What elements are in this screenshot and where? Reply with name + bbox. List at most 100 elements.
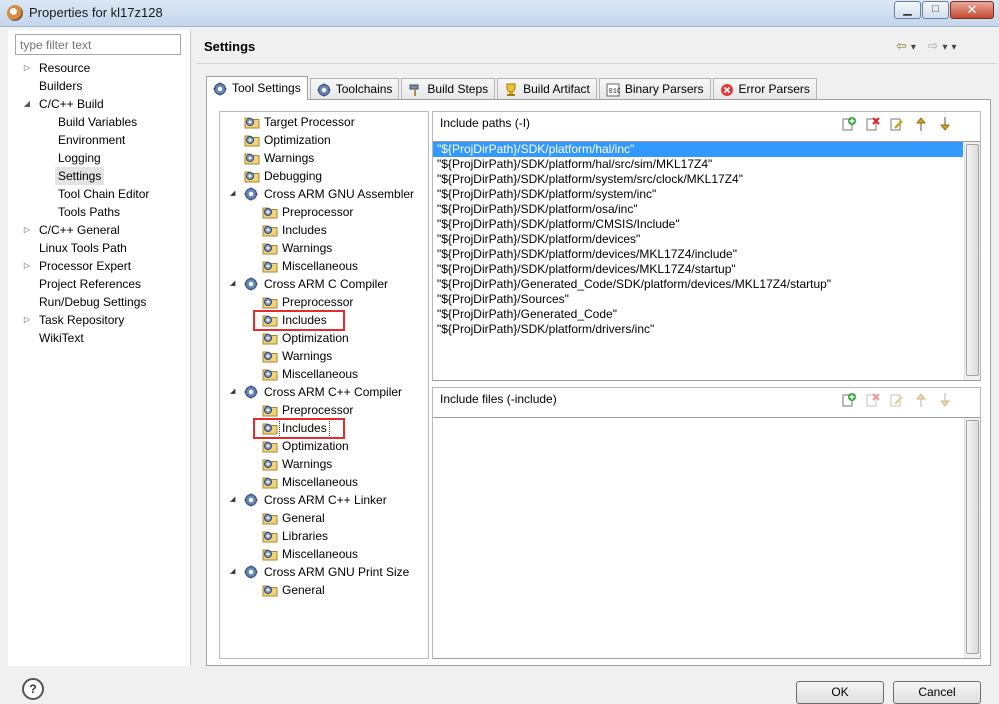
close-button[interactable]: ✕ bbox=[950, 1, 994, 19]
tree-node-includes[interactable]: Includes bbox=[220, 221, 428, 239]
delete-icon[interactable] bbox=[865, 392, 881, 408]
tree-node-debugging[interactable]: Debugging bbox=[220, 167, 428, 185]
collapse-icon[interactable]: ◢ bbox=[230, 383, 235, 401]
collapse-icon[interactable]: ◢ bbox=[230, 491, 235, 509]
tab-binary-parsers[interactable]: 010 Binary Parsers bbox=[598, 78, 711, 100]
tree-node-preprocessor[interactable]: Preprocessor bbox=[220, 293, 428, 311]
include-files-list[interactable] bbox=[433, 417, 980, 659]
move-up-icon[interactable] bbox=[913, 116, 929, 132]
move-up-icon[interactable] bbox=[913, 392, 929, 408]
tab-toolchains[interactable]: Toolchains bbox=[309, 78, 400, 100]
tree-node-warnings[interactable]: Warnings bbox=[220, 455, 428, 473]
include-path-item[interactable]: "${ProjDirPath}/SDK/platform/hal/src/sim… bbox=[433, 157, 963, 172]
include-paths-list[interactable]: "${ProjDirPath}/SDK/platform/hal/inc" "${… bbox=[433, 141, 980, 381]
delete-icon[interactable] bbox=[865, 116, 881, 132]
collapse-icon[interactable]: ◢ bbox=[22, 95, 32, 113]
include-path-item[interactable]: "${ProjDirPath}/SDK/platform/drivers/inc… bbox=[433, 322, 963, 337]
move-down-icon[interactable] bbox=[937, 116, 953, 132]
include-path-item[interactable]: "${ProjDirPath}/SDK/platform/osa/inc" bbox=[433, 202, 963, 217]
nav-item-task-repository[interactable]: ▷ Task Repository bbox=[8, 311, 191, 329]
tree-node-optimization[interactable]: Optimization bbox=[220, 437, 428, 455]
tree-node-includes[interactable]: Includes bbox=[220, 310, 428, 331]
edit-icon[interactable] bbox=[889, 392, 905, 408]
tree-node-warnings[interactable]: Warnings bbox=[220, 239, 428, 257]
nav-item-builders[interactable]: Builders bbox=[8, 77, 191, 95]
add-icon[interactable] bbox=[841, 116, 857, 132]
tab-tool-settings[interactable]: Tool Settings bbox=[206, 76, 308, 100]
tree-node-preprocessor[interactable]: Preprocessor bbox=[220, 203, 428, 221]
include-path-item[interactable]: "${ProjDirPath}/SDK/platform/CMSIS/Inclu… bbox=[433, 217, 963, 232]
nav-item-tools-paths[interactable]: Tools Paths bbox=[8, 203, 191, 221]
tree-node-warnings[interactable]: Warnings bbox=[220, 347, 428, 365]
tree-node-general[interactable]: General bbox=[220, 581, 428, 599]
tree-node-general[interactable]: General bbox=[220, 509, 428, 527]
include-path-item[interactable]: "${ProjDirPath}/SDK/platform/system/src/… bbox=[433, 172, 963, 187]
nav-item-wikitext[interactable]: WikiText bbox=[8, 329, 191, 347]
nav-item-resource[interactable]: ▷ Resource bbox=[8, 59, 191, 77]
tree-node-warnings[interactable]: Warnings bbox=[220, 149, 428, 167]
ok-button[interactable]: OK bbox=[796, 681, 884, 704]
nav-item-environment[interactable]: Environment bbox=[8, 131, 191, 149]
nav-item-processor-expert[interactable]: ▷ Processor Expert bbox=[8, 257, 191, 275]
include-path-item[interactable]: "${ProjDirPath}/Generated_Code/SDK/platf… bbox=[433, 277, 963, 292]
tree-node-miscellaneous[interactable]: Miscellaneous bbox=[220, 365, 428, 383]
nav-item-project-references[interactable]: Project References bbox=[8, 275, 191, 293]
include-path-item[interactable]: "${ProjDirPath}/Sources" bbox=[433, 292, 963, 307]
nav-item-tool-chain-editor[interactable]: Tool Chain Editor bbox=[8, 185, 191, 203]
expand-icon[interactable]: ▷ bbox=[22, 311, 32, 329]
tree-node-cross-arm-cpp-linker[interactable]: ◢ Cross ARM C++ Linker bbox=[220, 491, 428, 509]
include-paths-scrollbar[interactable] bbox=[964, 142, 980, 380]
view-menu-icon[interactable]: ▾ bbox=[952, 42, 961, 53]
include-files-scrollbar[interactable] bbox=[964, 418, 980, 658]
include-path-item[interactable]: "${ProjDirPath}/SDK/platform/hal/inc" bbox=[433, 142, 963, 157]
expand-icon[interactable]: ▷ bbox=[22, 257, 32, 275]
collapse-icon[interactable]: ◢ bbox=[230, 275, 235, 293]
include-path-item[interactable]: "${ProjDirPath}/Generated_Code" bbox=[433, 307, 963, 322]
include-path-item[interactable]: "${ProjDirPath}/SDK/platform/devices/MKL… bbox=[433, 247, 963, 262]
nav-item-settings[interactable]: Settings bbox=[8, 167, 191, 185]
minimize-button[interactable]: ▁ bbox=[894, 1, 921, 19]
include-paths-scroll-thumb[interactable] bbox=[966, 144, 979, 376]
help-button[interactable]: ? bbox=[22, 678, 44, 700]
include-path-item[interactable]: "${ProjDirPath}/SDK/platform/devices/MKL… bbox=[433, 262, 963, 277]
nav-item-c-c-general[interactable]: ▷ C/C++ General bbox=[8, 221, 191, 239]
edit-icon[interactable] bbox=[889, 116, 905, 132]
filter-input[interactable] bbox=[15, 34, 181, 55]
expand-icon[interactable]: ▷ bbox=[22, 221, 32, 239]
nav-item-logging[interactable]: Logging bbox=[8, 149, 191, 167]
nav-item-linux-tools-path[interactable]: Linux Tools Path bbox=[8, 239, 191, 257]
tree-node-optimization[interactable]: Optimization bbox=[220, 131, 428, 149]
tree-node-cross-arm-gnu-print-size[interactable]: ◢ Cross ARM GNU Print Size bbox=[220, 563, 428, 581]
tab-build-steps[interactable]: Build Steps bbox=[401, 78, 496, 100]
move-down-icon[interactable] bbox=[937, 392, 953, 408]
nav-item-run-debug-settings[interactable]: Run/Debug Settings bbox=[8, 293, 191, 311]
tree-node-miscellaneous[interactable]: Miscellaneous bbox=[220, 473, 428, 491]
expand-icon[interactable]: ▷ bbox=[22, 59, 32, 77]
tree-node-miscellaneous[interactable]: Miscellaneous bbox=[220, 545, 428, 563]
tree-node-libraries[interactable]: Libraries bbox=[220, 527, 428, 545]
collapse-icon[interactable]: ◢ bbox=[230, 563, 235, 581]
nav-item-build-variables[interactable]: Build Variables bbox=[8, 113, 191, 131]
include-files-scroll-thumb[interactable] bbox=[966, 420, 979, 654]
tree-node-cross-arm-cpp-compiler[interactable]: ◢ Cross ARM C++ Compiler bbox=[220, 383, 428, 401]
include-path-item[interactable]: "${ProjDirPath}/SDK/platform/system/inc" bbox=[433, 187, 963, 202]
tab-build-artifact[interactable]: Build Artifact bbox=[497, 78, 597, 100]
back-arrow-icon[interactable]: ⇦ bbox=[896, 38, 911, 53]
nav-item-c-c-build[interactable]: ◢ C/C++ Build bbox=[8, 95, 191, 113]
collapse-icon[interactable]: ◢ bbox=[230, 185, 235, 203]
tree-node-target-processor[interactable]: Target Processor bbox=[220, 113, 428, 131]
tree-node-includes[interactable]: Includes bbox=[220, 418, 428, 439]
add-icon[interactable] bbox=[841, 392, 857, 408]
tab-error-parsers[interactable]: Error Parsers bbox=[712, 78, 817, 100]
forward-menu-icon[interactable]: ▾ bbox=[942, 42, 951, 53]
tree-node-miscellaneous[interactable]: Miscellaneous bbox=[220, 257, 428, 275]
maximize-button[interactable]: □ bbox=[922, 1, 949, 19]
include-path-item[interactable]: "${ProjDirPath}/SDK/platform/devices" bbox=[433, 232, 963, 247]
cancel-button[interactable]: Cancel bbox=[893, 681, 981, 704]
tree-node-optimization[interactable]: Optimization bbox=[220, 329, 428, 347]
tree-node-cross-arm-gnu-assembler[interactable]: ◢ Cross ARM GNU Assembler bbox=[220, 185, 428, 203]
forward-arrow-icon[interactable]: ⇨ bbox=[928, 38, 943, 53]
tree-node-cross-arm-c-compiler[interactable]: ◢ Cross ARM C Compiler bbox=[220, 275, 428, 293]
tree-node-preprocessor[interactable]: Preprocessor bbox=[220, 401, 428, 419]
back-menu-icon[interactable]: ▾ bbox=[911, 42, 920, 53]
